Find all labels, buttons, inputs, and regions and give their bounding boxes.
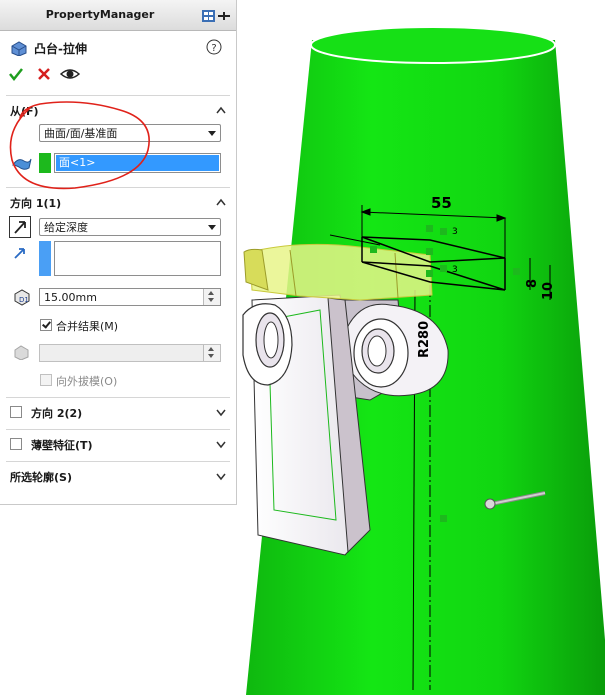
end-condition-select[interactable]: 给定深度 [39, 218, 221, 236]
merge-result-checkbox[interactable] [40, 319, 52, 331]
depth-spinner[interactable] [203, 289, 220, 305]
chevron-up-icon[interactable] [215, 104, 227, 116]
svg-text:D1: D1 [19, 296, 29, 304]
merge-result-label: 合并结果(M) [56, 320, 119, 333]
draft-icon [14, 345, 29, 360]
reverse-direction-icon[interactable] [9, 216, 31, 238]
chevron-down-icon[interactable] [215, 470, 227, 482]
chevron-down-icon[interactable] [215, 406, 227, 418]
direction2-section-header[interactable]: 方向 2(2) [31, 405, 82, 421]
width-dimension[interactable]: 55 [431, 194, 452, 212]
selected-contours-section-header[interactable]: 所选轮廓(S) [10, 469, 72, 485]
draft-outward-checkbox[interactable] [40, 374, 52, 386]
chevron-down-icon[interactable] [215, 438, 227, 450]
red-annotation-circle [9, 101, 150, 190]
draft-angle-input[interactable] [39, 344, 221, 362]
cone-top-face [310, 26, 556, 64]
depth-input[interactable]: 15.00mm [39, 288, 221, 306]
help-icon[interactable]: ? [206, 39, 222, 55]
depth-icon: D1 [14, 289, 30, 306]
svg-text:3: 3 [452, 265, 458, 275]
height-dimension-b[interactable]: 10 [541, 282, 556, 300]
draft-outward-label: 向外拔模(O) [56, 375, 118, 388]
direction-arrow-icon [14, 248, 25, 259]
thin-feature-checkbox[interactable] [10, 438, 22, 450]
direction2-checkbox[interactable] [10, 406, 22, 418]
svg-text:?: ? [211, 43, 216, 54]
draft-angle-spinner[interactable] [203, 345, 220, 361]
radius-dimension[interactable]: R280 [417, 321, 432, 358]
pin-icon[interactable] [202, 9, 232, 23]
direction-color-swatch [39, 241, 51, 276]
chevron-up-icon[interactable] [215, 196, 227, 208]
thin-feature-section-header[interactable]: 薄壁特征(T) [31, 437, 93, 453]
height-dimension-a[interactable]: 8 [525, 279, 540, 288]
svg-text:3: 3 [452, 227, 458, 237]
direction-reference-box[interactable] [54, 241, 221, 276]
